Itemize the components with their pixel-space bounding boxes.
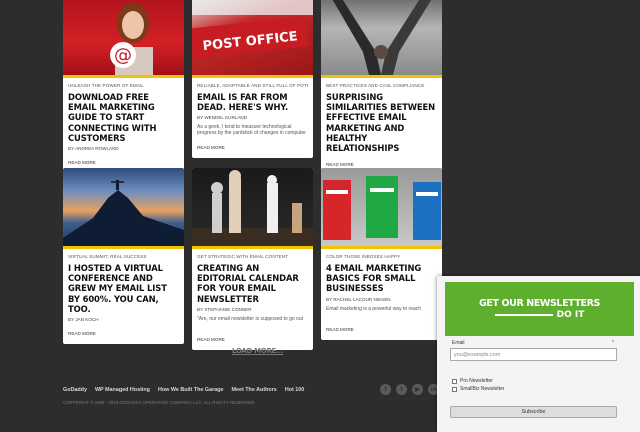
card-byline: By Stephanie Conner (197, 306, 252, 312)
facebook-icon[interactable]: f (380, 384, 391, 395)
checkbox-label: Pro Newsletter (460, 378, 493, 384)
article-card[interactable]: POST OFFICE Reliable, adaptable and stil… (192, 0, 313, 159)
card-byline: By Rachel Lacour Niesen (326, 296, 391, 302)
read-more-link[interactable]: Read more (326, 162, 354, 167)
newsletter-header: GET OUR NEWSLETTERS DO IT (445, 282, 634, 336)
card-kicker: Reliable, adaptable and still full of po… (197, 83, 308, 88)
card-image[interactable]: POST OFFICE (192, 0, 313, 75)
article-card[interactable]: Color those inboxes happy 4 email market… (321, 168, 442, 340)
article-card[interactable]: @ Unleash the power of email Download fr… (63, 0, 184, 174)
woman-with-at-sign-image: @ (110, 3, 153, 75)
smallbiz-newsletter-checkbox[interactable] (452, 386, 457, 392)
card-byline: By Jan Koch (68, 317, 99, 323)
svg-text:@: @ (114, 45, 132, 66)
card-title[interactable]: Download free email marketing guide to s… (68, 92, 179, 143)
divider (494, 314, 553, 316)
article-card[interactable]: Get strategic with email content Creatin… (192, 168, 313, 350)
mountain-summit-image (63, 180, 184, 246)
email-label: Email (452, 340, 465, 346)
card-excerpt: "Are, our email newsletter is supposed t… (197, 315, 303, 322)
chess-pieces-image (192, 170, 313, 246)
holding-hands-image (332, 0, 432, 75)
email-input[interactable]: you@example.com (450, 348, 617, 361)
card-kicker: Get strategic with email content (197, 254, 289, 259)
card-image[interactable]: @ (63, 0, 184, 75)
colorful-mailboxes-image (323, 176, 441, 240)
card-byline: By Andrea Rowland (68, 146, 119, 152)
checkbox-label: SmallBiz Newsletter (460, 386, 505, 392)
card-image[interactable] (321, 168, 442, 246)
required-mark: * (612, 340, 614, 346)
card-kicker: Best practices and CASL compliance (326, 83, 425, 88)
article-card[interactable]: Best practices and CASL compliance Surpr… (321, 0, 442, 176)
read-more-link[interactable]: Read more (68, 160, 96, 165)
card-image[interactable] (192, 168, 313, 246)
subscribe-button[interactable]: Subscribe (450, 406, 617, 418)
footer-link-how-we-built[interactable]: How We Built The Garage (158, 387, 224, 393)
smallbiz-newsletter-option[interactable]: SmallBiz Newsletter (452, 386, 504, 392)
newsletter-popup: GET OUR NEWSLETTERS DO IT Email * you@ex… (437, 276, 640, 432)
pro-newsletter-option[interactable]: Pro Newsletter (452, 378, 493, 384)
newsletter-subheading: DO IT (556, 310, 585, 320)
card-excerpt: Email marketing is a powerful way to rea… (326, 305, 422, 312)
footer-link-godaddy[interactable]: GoDaddy (63, 387, 87, 393)
card-title[interactable]: I hosted a virtual conference and grew m… (68, 263, 179, 314)
read-more-link[interactable]: Read more (68, 331, 96, 336)
card-kicker: Color those inboxes happy (326, 254, 401, 259)
pro-newsletter-checkbox[interactable] (452, 378, 457, 384)
card-title[interactable]: Email is far from dead. Here's why. (197, 92, 308, 112)
read-more-link[interactable]: Read more (197, 337, 225, 342)
card-title[interactable]: Surprising similarities between effectiv… (326, 92, 437, 153)
twitter-icon[interactable]: t (396, 384, 407, 395)
youtube-icon[interactable]: ▶ (412, 384, 423, 395)
footer-link-authors[interactable]: Meet The Authors (231, 387, 276, 393)
footer-link-hot-100[interactable]: Hot 100 (285, 387, 304, 393)
card-byline: By Wendel Kurland (197, 115, 248, 121)
read-more-link[interactable]: Read more (197, 145, 225, 150)
read-more-link[interactable]: Read more (326, 327, 354, 332)
newsletter-heading: GET OUR NEWSLETTERS (478, 298, 601, 309)
article-card[interactable]: Virtual summit, real success I hosted a … (63, 168, 184, 345)
footer-link-wp-hosting[interactable]: WP Managed Hosting (95, 387, 150, 393)
load-more-button[interactable]: LOAD MORE... (232, 347, 283, 355)
footer-nav: GoDaddy WP Managed Hosting How We Built … (63, 387, 304, 393)
card-title[interactable]: 4 email marketing basics for small busin… (326, 263, 437, 294)
card-kicker: Unleash the power of email (68, 83, 145, 88)
card-excerpt: As a geek, I tend to measure technologic… (197, 124, 306, 137)
card-image[interactable] (63, 168, 184, 246)
social-links: f t ▶ in (380, 384, 439, 395)
card-image[interactable] (321, 0, 442, 75)
post-office-box-image: POST OFFICE (192, 0, 313, 59)
card-kicker: Virtual summit, real success (68, 254, 147, 259)
card-title[interactable]: Creating an editorial calendar for your … (197, 263, 308, 304)
copyright-text: COPYRIGHT © 1999 - 2018 GODADDY OPERATIN… (63, 400, 256, 405)
